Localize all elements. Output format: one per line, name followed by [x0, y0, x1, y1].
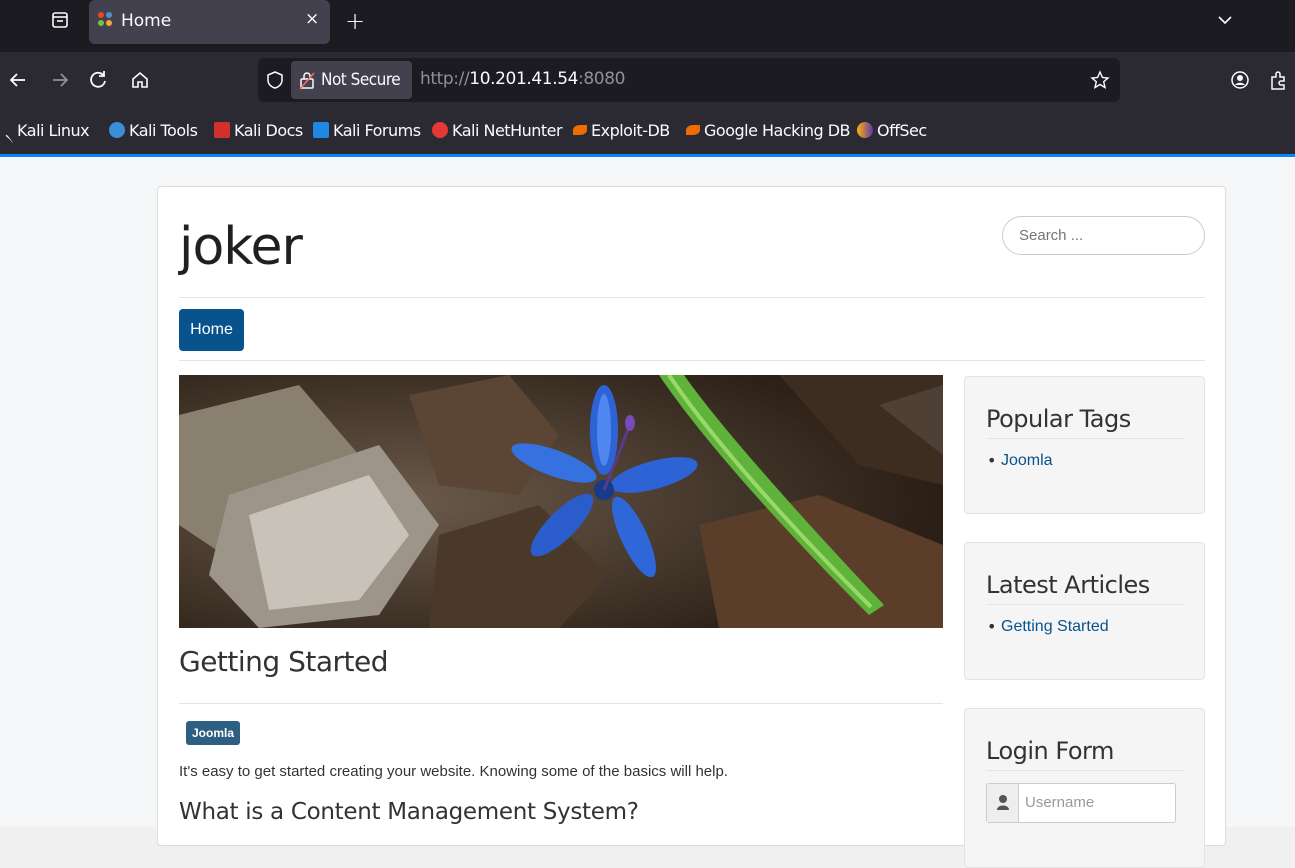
nethunter-icon: [432, 122, 448, 138]
new-tab-button[interactable]: +: [345, 7, 365, 35]
kali-forums-icon: [313, 122, 329, 138]
bookmark-kali-nethunter[interactable]: Kali NetHunter: [432, 121, 563, 140]
article-subheading: What is a Content Management System?: [179, 799, 639, 825]
reload-icon[interactable]: [86, 68, 110, 92]
bookmark-kali-tools[interactable]: Kali Tools: [109, 121, 198, 140]
extensions-icon[interactable]: [1268, 69, 1290, 95]
popular-tags-module: Popular Tags • Joomla: [964, 376, 1205, 514]
shield-icon[interactable]: [266, 70, 284, 94]
module-title: Login Form: [986, 737, 1114, 765]
tab-close-button[interactable]: ×: [305, 9, 319, 29]
search-input[interactable]: [1002, 216, 1205, 255]
url-port: :8080: [578, 69, 626, 89]
address-bar[interactable]: Not Secure http://10.201.41.54:8080: [258, 58, 1120, 102]
login-form-module: Login Form Username: [964, 708, 1205, 868]
bookmarks-toolbar: ৲ Kali Linux Kali Tools Kali Docs Kali Fo…: [0, 110, 1295, 154]
back-icon[interactable]: [6, 68, 30, 92]
module-title: Latest Articles: [986, 571, 1150, 599]
bookmark-exploit-db[interactable]: Exploit-DB: [573, 121, 670, 140]
home-icon[interactable]: [128, 68, 152, 92]
article-link[interactable]: Getting Started: [1001, 618, 1109, 636]
site-container: joker Home: [157, 186, 1226, 868]
lock-warning-icon: [299, 70, 315, 94]
bookmark-offsec[interactable]: OffSec: [857, 121, 927, 140]
bookmark-kali-forums[interactable]: Kali Forums: [313, 121, 421, 140]
divider: [179, 297, 1205, 298]
navigation-toolbar: Not Secure http://10.201.41.54:8080: [0, 52, 1295, 110]
url-scheme: http://: [420, 69, 470, 89]
nav-home-link[interactable]: Home: [179, 309, 244, 351]
tag-link[interactable]: Joomla: [1001, 452, 1053, 470]
divider: [986, 770, 1184, 771]
not-secure-label: Not Secure: [321, 70, 401, 90]
article-title[interactable]: Getting Started: [179, 645, 388, 678]
chevron-down-icon[interactable]: [1215, 10, 1235, 30]
forward-icon[interactable]: [48, 68, 72, 92]
divider: [986, 438, 1184, 439]
account-icon[interactable]: [1230, 70, 1250, 94]
divider: [179, 360, 1205, 361]
ghdb-icon: [686, 125, 700, 135]
joomla-favicon-icon: [96, 10, 114, 28]
username-placeholder: Username: [1025, 794, 1095, 811]
tab-strip: Home × +: [0, 0, 1295, 52]
url-host: 10.201.41.54: [469, 69, 579, 89]
username-field[interactable]: Username: [986, 783, 1176, 823]
kali-dragon-icon: ৲: [5, 126, 14, 142]
article-intro: It's easy to get started creating your w…: [179, 763, 728, 780]
bookmark-kali-linux[interactable]: ৲ Kali Linux: [5, 121, 90, 142]
user-icon: [987, 784, 1019, 822]
kali-tools-icon: [109, 122, 125, 138]
security-indicator[interactable]: Not Secure: [291, 61, 412, 99]
bookmark-kali-docs[interactable]: Kali Docs: [214, 121, 303, 140]
tab-home[interactable]: Home ×: [89, 0, 330, 44]
divider: [986, 604, 1184, 605]
module-title: Popular Tags: [986, 405, 1131, 433]
article-hero-image: [179, 375, 943, 628]
kali-docs-icon: [214, 122, 230, 138]
offsec-icon: [857, 122, 873, 138]
bullet-icon: •: [987, 617, 997, 636]
page-viewport: joker Home: [0, 157, 1295, 868]
bookmark-star-icon[interactable]: [1090, 70, 1110, 94]
tab-overview-icon[interactable]: [50, 10, 70, 30]
bookmark-google-hacking-db[interactable]: Google Hacking DB: [686, 121, 851, 140]
tab-title: Home: [121, 11, 172, 31]
exploit-db-icon: [573, 125, 587, 135]
divider: [179, 703, 943, 704]
site-brand[interactable]: joker: [179, 217, 303, 277]
tag-badge[interactable]: Joomla: [186, 721, 241, 745]
latest-articles-module: Latest Articles • Getting Started: [964, 542, 1205, 680]
url-text[interactable]: http://10.201.41.54:8080: [420, 69, 625, 89]
bullet-icon: •: [987, 451, 997, 470]
